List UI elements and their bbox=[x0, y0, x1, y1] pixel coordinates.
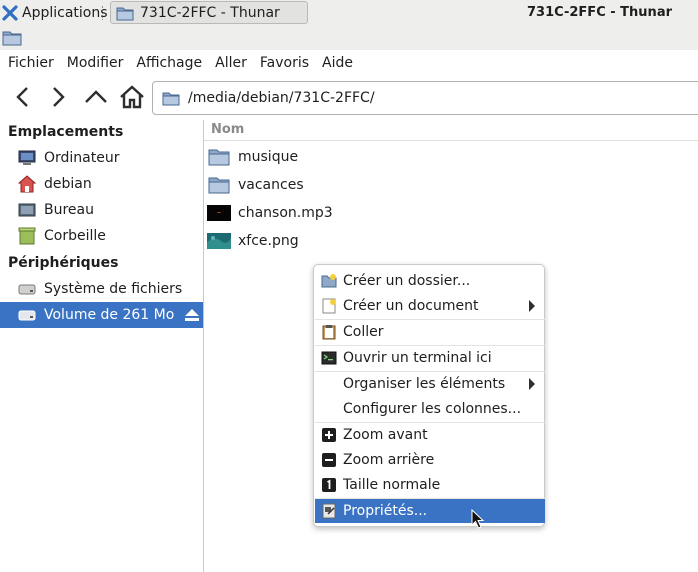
taskbar-window-button[interactable]: 731C-2FFC - Thunar bbox=[110, 1, 308, 24]
new-document-icon bbox=[322, 298, 336, 314]
menu-item-label: Créer un dossier... bbox=[343, 273, 471, 289]
trash-icon bbox=[18, 227, 36, 245]
context-menu: Créer un dossier... Créer un document Co… bbox=[313, 264, 545, 527]
applications-label: Applications bbox=[22, 5, 108, 21]
zoom-in-icon bbox=[322, 428, 336, 442]
properties-icon bbox=[322, 503, 336, 519]
menu-item-taille-normale[interactable]: Taille normale bbox=[315, 473, 545, 497]
forward-icon bbox=[53, 87, 65, 107]
taskbar-window-label: 731C-2FFC - Thunar bbox=[140, 4, 280, 21]
menu-item-coller[interactable]: Coller bbox=[315, 320, 545, 344]
desktop-icon bbox=[18, 203, 36, 217]
blank-icon bbox=[321, 376, 337, 392]
drive-icon bbox=[18, 284, 36, 295]
folder-icon bbox=[116, 7, 134, 20]
up-icon bbox=[85, 90, 107, 103]
window-folder-icon[interactable] bbox=[2, 30, 22, 46]
submenu-arrow-icon bbox=[529, 378, 535, 390]
paste-icon bbox=[322, 325, 336, 340]
sidebar-item-label: debian bbox=[44, 176, 92, 192]
sidebar-item-label: Ordinateur bbox=[44, 150, 120, 166]
sidebar-item-volume[interactable]: Volume de 261 Mo bbox=[0, 302, 203, 328]
sidebar-item-ordinateur[interactable]: Ordinateur bbox=[0, 145, 203, 171]
menu-fichier[interactable]: Fichier bbox=[8, 55, 54, 71]
image-file-icon bbox=[207, 233, 231, 249]
home-button[interactable] bbox=[118, 83, 146, 111]
audio-file-icon bbox=[207, 205, 231, 221]
removable-drive-icon bbox=[18, 310, 36, 321]
back-button[interactable] bbox=[9, 83, 37, 111]
up-button[interactable] bbox=[82, 83, 110, 111]
submenu-arrow-icon bbox=[529, 300, 535, 312]
new-folder-icon bbox=[321, 274, 337, 288]
menu-item-creer-document[interactable]: Créer un document bbox=[315, 294, 545, 318]
menu-affichage[interactable]: Affichage bbox=[136, 55, 202, 71]
computer-icon bbox=[18, 150, 36, 165]
back-icon bbox=[16, 87, 28, 107]
sidebar-item-label: Bureau bbox=[44, 202, 94, 218]
menu-item-label: Organiser les éléments bbox=[343, 376, 506, 392]
mouse-pointer-icon bbox=[471, 509, 485, 529]
menu-item-zoom-arriere[interactable]: Zoom arrière bbox=[315, 448, 545, 472]
location-bar[interactable]: /media/debian/731C-2FFC/ bbox=[152, 81, 698, 115]
menu-item-organiser[interactable]: Organiser les éléments bbox=[315, 372, 545, 396]
menu-item-label: Propriétés... bbox=[343, 503, 428, 519]
file-row-musique[interactable]: musique bbox=[204, 143, 698, 171]
folder-icon bbox=[208, 149, 230, 166]
sidebar-section-devices: Périphériques bbox=[8, 255, 119, 271]
menu-modifier[interactable]: Modifier bbox=[67, 55, 124, 71]
location-path: /media/debian/731C-2FFC/ bbox=[188, 90, 375, 106]
menu-item-label: Créer un document bbox=[343, 298, 479, 314]
file-name: vacances bbox=[238, 177, 304, 193]
sidebar-item-label: Volume de 261 Mo bbox=[44, 307, 175, 323]
terminal-icon bbox=[321, 351, 337, 365]
sidebar-item-systeme-de-fichiers[interactable]: Système de fichiers bbox=[0, 276, 203, 302]
file-name: musique bbox=[238, 149, 299, 165]
menu-item-proprietes[interactable]: Propriétés... bbox=[315, 499, 545, 523]
sidebar-item-corbeille[interactable]: Corbeille bbox=[0, 223, 203, 249]
zoom-normal-icon bbox=[322, 478, 336, 492]
menu-item-label: Taille normale bbox=[343, 477, 441, 493]
file-name: chanson.mp3 bbox=[238, 205, 333, 221]
sidebar-item-label: Corbeille bbox=[44, 228, 106, 244]
panel-separator bbox=[102, 6, 107, 20]
forward-button[interactable] bbox=[44, 83, 72, 111]
menu-item-ouvrir-terminal[interactable]: Ouvrir un terminal ici bbox=[315, 346, 545, 370]
home-folder-icon bbox=[18, 175, 36, 193]
file-row-xfce[interactable]: xfce.png bbox=[204, 227, 698, 255]
folder-icon bbox=[208, 177, 230, 194]
window-titlebar[interactable] bbox=[0, 26, 698, 50]
menu-item-label: Coller bbox=[343, 324, 384, 340]
menu-aller[interactable]: Aller bbox=[215, 55, 247, 71]
applications-menu-button[interactable]: Applications bbox=[0, 2, 108, 24]
sidebar: Emplacements Ordinateur debian Bureau Co… bbox=[0, 120, 204, 572]
menu-item-label: Zoom arrière bbox=[343, 452, 435, 468]
home-icon bbox=[120, 85, 144, 109]
menu-item-label: Configurer les colonnes... bbox=[343, 401, 522, 417]
sidebar-item-bureau[interactable]: Bureau bbox=[0, 197, 203, 223]
file-row-chanson[interactable]: chanson.mp3 bbox=[204, 199, 698, 227]
blank-icon bbox=[321, 401, 337, 417]
menu-bar: Fichier Modifier Affichage Aller Favoris… bbox=[0, 50, 698, 76]
menu-aide[interactable]: Aide bbox=[322, 55, 353, 71]
menu-favoris[interactable]: Favoris bbox=[260, 55, 309, 71]
column-header-label: Nom bbox=[211, 122, 245, 137]
menu-item-zoom-avant[interactable]: Zoom avant bbox=[315, 423, 545, 447]
eject-icon[interactable] bbox=[184, 308, 200, 322]
column-header-nom[interactable]: Nom bbox=[204, 120, 698, 141]
xfce-logo-icon bbox=[2, 5, 18, 21]
sidebar-item-debian[interactable]: debian bbox=[0, 171, 203, 197]
menu-item-label: Ouvrir un terminal ici bbox=[343, 350, 492, 366]
menu-item-creer-dossier[interactable]: Créer un dossier... bbox=[315, 269, 545, 293]
window-title: 731C-2FFC - Thunar bbox=[527, 5, 672, 20]
sidebar-section-places: Emplacements bbox=[8, 124, 124, 140]
file-row-vacances[interactable]: vacances bbox=[204, 171, 698, 199]
zoom-out-icon bbox=[322, 453, 336, 467]
file-name: xfce.png bbox=[238, 233, 299, 249]
menu-item-configurer-colonnes[interactable]: Configurer les colonnes... bbox=[315, 397, 545, 421]
menu-item-label: Zoom avant bbox=[343, 427, 428, 443]
folder-icon bbox=[162, 92, 180, 106]
sidebar-item-label: Système de fichiers bbox=[44, 281, 183, 297]
